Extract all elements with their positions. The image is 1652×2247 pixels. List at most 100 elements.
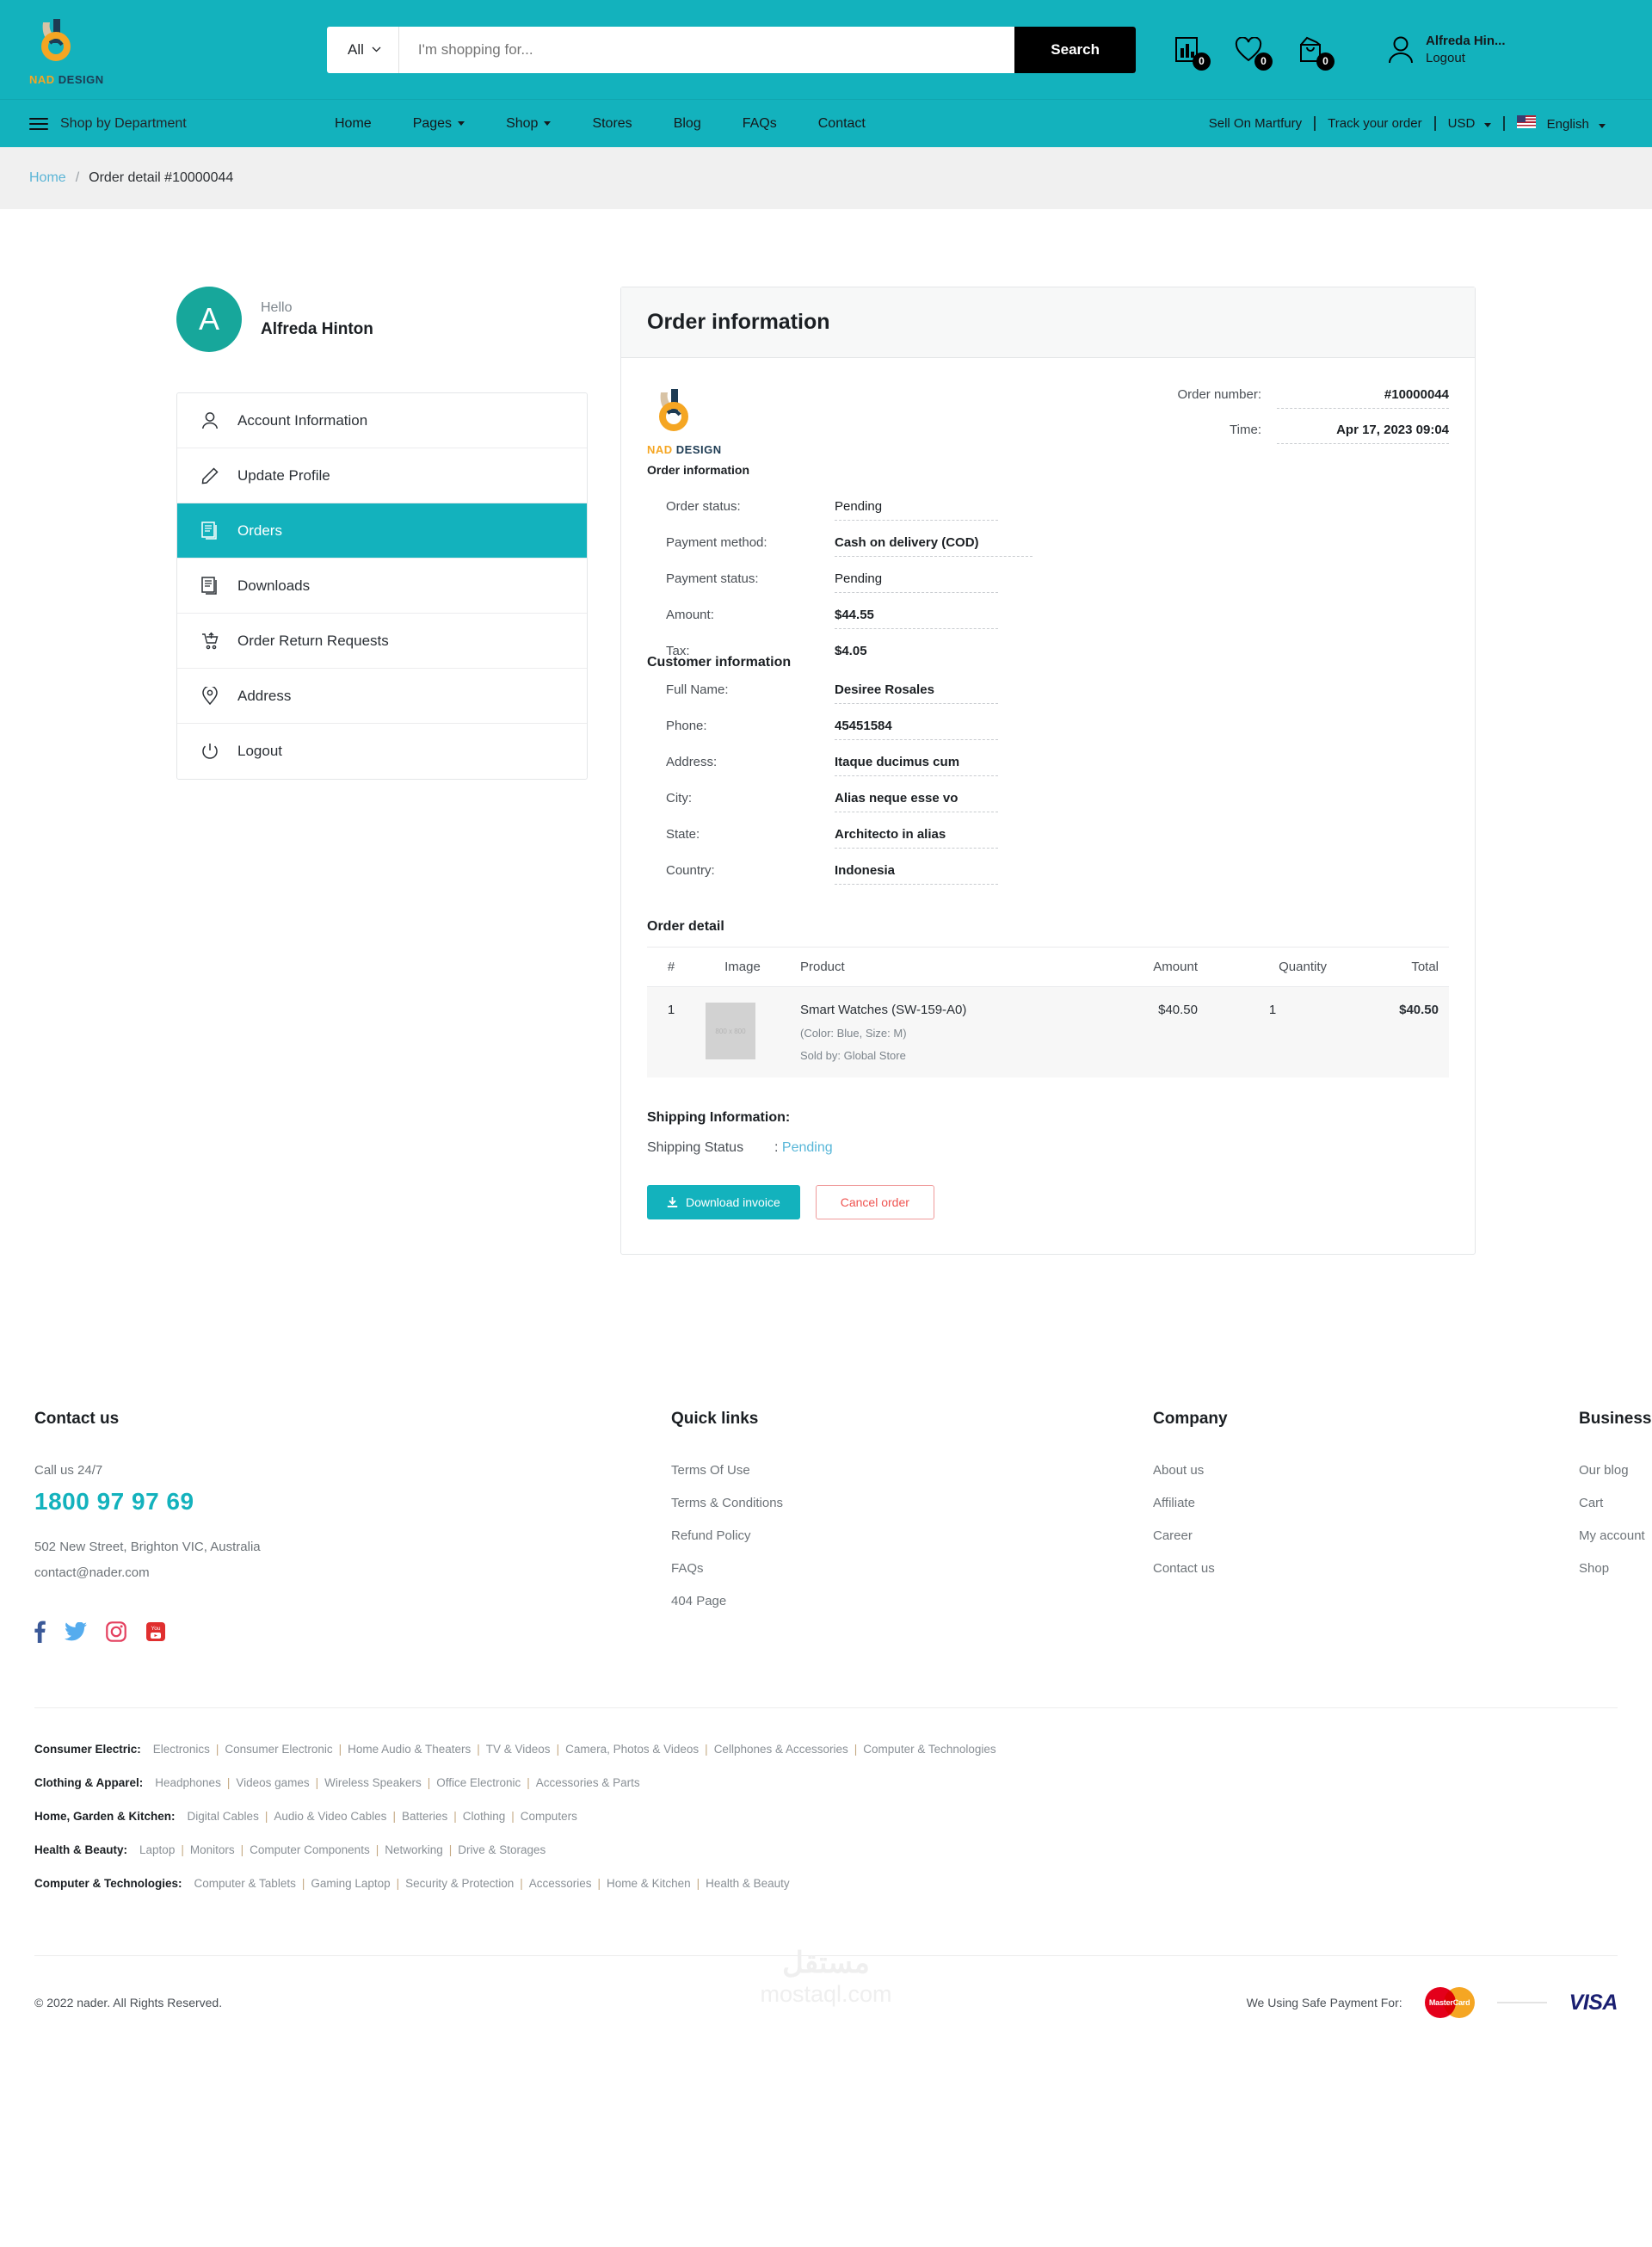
footer-link-terms-of-use[interactable]: Terms Of Use <box>671 1463 1153 1478</box>
category-link[interactable]: Laptop <box>139 1843 175 1856</box>
facebook-icon[interactable] <box>34 1620 46 1643</box>
footer-link-shop[interactable]: Shop <box>1579 1561 1651 1576</box>
language-selector[interactable]: English <box>1505 115 1618 132</box>
category-link[interactable]: Networking <box>385 1843 443 1856</box>
category-link[interactable]: Security & Protection <box>405 1877 514 1890</box>
footer-link-404-page[interactable]: 404 Page <box>671 1594 1153 1608</box>
sidebar-item-downloads[interactable]: Downloads <box>177 559 587 614</box>
shop-by-department-button[interactable]: Shop by Department <box>29 116 335 132</box>
footer-link-affiliate[interactable]: Affiliate <box>1153 1496 1579 1510</box>
currency-selector[interactable]: USD <box>1436 116 1504 131</box>
category-link[interactable]: Computer Components <box>250 1843 370 1856</box>
instagram-icon[interactable] <box>106 1620 126 1643</box>
mastercard-icon: MasterCard <box>1424 1987 1475 2018</box>
site-logo[interactable]: NAD DESIGN <box>0 17 327 86</box>
category-link[interactable]: Camera, Photos & Videos <box>565 1743 699 1756</box>
category-label: Clothing & Apparel: <box>34 1776 144 1789</box>
account-menu[interactable]: Alfreda Hin... Logout <box>1387 33 1506 65</box>
sell-on-martfury-link[interactable]: Sell On Martfury <box>1197 116 1314 131</box>
youtube-icon[interactable]: You <box>145 1620 166 1643</box>
chevron-down-icon <box>458 121 465 126</box>
sidebar-item-account-information[interactable]: Account Information <box>177 393 587 448</box>
search-button[interactable]: Search <box>1014 26 1136 73</box>
search-category-select[interactable]: All <box>327 26 399 73</box>
category-link[interactable]: Digital Cables <box>188 1810 259 1823</box>
category-link[interactable]: Wireless Speakers <box>324 1776 422 1789</box>
category-link[interactable]: Accessories <box>529 1877 592 1890</box>
footer-phone[interactable]: 1800 97 97 69 <box>34 1488 671 1515</box>
product-name[interactable]: Smart Watches (SW-159-A0) <box>800 1003 1069 1017</box>
field-label: Address: <box>666 755 718 769</box>
search-input[interactable] <box>398 26 1015 73</box>
shipping-status-label: Shipping Status <box>647 1140 744 1155</box>
category-link[interactable]: Consumer Electronic <box>225 1743 332 1756</box>
logo-nad-text: NAD <box>647 443 673 456</box>
category-link[interactable]: Drive & Storages <box>458 1843 546 1856</box>
category-link[interactable]: Cellphones & Accessories <box>714 1743 848 1756</box>
category-link[interactable]: Home & Kitchen <box>607 1877 691 1890</box>
category-link[interactable]: Computers <box>521 1810 577 1823</box>
breadcrumb-home-link[interactable]: Home <box>29 170 66 186</box>
wishlist-button[interactable]: 0 <box>1232 33 1273 71</box>
footer-link-contact-us[interactable]: Contact us <box>1153 1561 1579 1576</box>
sidebar-item-orders[interactable]: Orders <box>177 503 587 559</box>
nav-link-home[interactable]: Home <box>335 116 372 132</box>
footer-link-about-us[interactable]: About us <box>1153 1463 1579 1478</box>
category-link[interactable]: Clothing <box>463 1810 506 1823</box>
meta-value: #10000044 <box>1277 387 1449 409</box>
category-link[interactable]: Gaming Laptop <box>311 1877 390 1890</box>
category-row-home-garden-kitchen: Home, Garden & Kitchen: Digital Cables | A… <box>34 1810 1618 1823</box>
nav-link-shop[interactable]: Shop <box>506 116 552 132</box>
category-link[interactable]: Audio & Video Cables <box>274 1810 386 1823</box>
sidebar-item-order-return-requests[interactable]: Order Return Requests <box>177 614 587 669</box>
nav-link-stores[interactable]: Stores <box>592 116 632 132</box>
download-icon <box>667 1196 678 1207</box>
order-detail-heading: Order detail <box>647 919 724 934</box>
watermark-english: mostaql.com <box>760 1981 892 2007</box>
footer-email[interactable]: contact@nader.com <box>34 1560 671 1586</box>
category-link[interactable]: Computer & Tablets <box>194 1877 296 1890</box>
sidebar-item-address[interactable]: Address <box>177 669 587 724</box>
footer-link-our-blog[interactable]: Our blog <box>1579 1463 1651 1478</box>
breadcrumb: Home / Order detail #10000044 <box>0 147 1652 209</box>
category-link[interactable]: Monitors <box>190 1843 235 1856</box>
category-link[interactable]: Batteries <box>402 1810 447 1823</box>
category-link[interactable]: Videos games <box>236 1776 309 1789</box>
field-label: State: <box>666 827 700 842</box>
sidebar-item-label: Orders <box>237 522 282 539</box>
sidebar-item-logout[interactable]: Logout <box>177 724 587 779</box>
compare-button[interactable]: 0 <box>1170 33 1211 71</box>
category-link[interactable]: Accessories & Parts <box>536 1776 640 1789</box>
nav-link-faqs[interactable]: FAQs <box>743 116 777 132</box>
sidebar-item-update-profile[interactable]: Update Profile <box>177 448 587 503</box>
category-row-computer-technologies: Computer & Technologies: Computer & Tabl… <box>34 1877 1618 1890</box>
category-link[interactable]: Health & Beauty <box>706 1877 790 1890</box>
twitter-icon[interactable] <box>65 1620 87 1643</box>
track-order-link[interactable]: Track your order <box>1316 116 1433 131</box>
invoice-header: NAD DESIGN Order information Order numbe… <box>647 387 1449 477</box>
field-value: Indonesia <box>835 863 998 885</box>
nav-link-pages[interactable]: Pages <box>413 116 465 132</box>
meta-row-time: Time: Apr 17, 2023 09:04 <box>1165 423 1449 444</box>
cell-total: $40.50 <box>1337 986 1449 1077</box>
order-meta: Order number: #10000044 Time: Apr 17, 20… <box>1165 387 1449 458</box>
category-link[interactable]: TV & Videos <box>486 1743 551 1756</box>
category-link[interactable]: Home Audio & Theaters <box>348 1743 471 1756</box>
footer-link-refund-policy[interactable]: Refund Policy <box>671 1528 1153 1543</box>
category-link[interactable]: Office Electronic <box>436 1776 521 1789</box>
nav-link-blog[interactable]: Blog <box>674 116 701 132</box>
cancel-order-button[interactable]: Cancel order <box>815 1185 934 1219</box>
cart-button[interactable]: 0 <box>1294 33 1335 71</box>
footer-link-terms-conditions[interactable]: Terms & Conditions <box>671 1496 1153 1510</box>
column-header-product: Product <box>790 947 1079 987</box>
footer-link-cart[interactable]: Cart <box>1579 1496 1651 1510</box>
category-link[interactable]: Computer & Technologies <box>863 1743 996 1756</box>
category-link[interactable]: Electronics <box>153 1743 210 1756</box>
nav-link-contact[interactable]: Contact <box>818 116 866 132</box>
footer-link-career[interactable]: Career <box>1153 1528 1579 1543</box>
account-logout-link[interactable]: Logout <box>1426 51 1465 65</box>
download-invoice-button[interactable]: Download invoice <box>647 1185 800 1219</box>
footer-link-my-account[interactable]: My account <box>1579 1528 1651 1543</box>
footer-link-faqs[interactable]: FAQs <box>671 1561 1153 1576</box>
category-link[interactable]: Headphones <box>155 1776 221 1789</box>
